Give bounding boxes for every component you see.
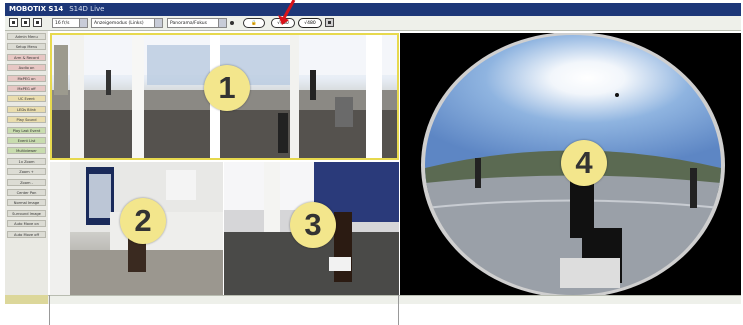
chevron-down-icon [79, 19, 87, 27]
sidebar-button-zoom[interactable]: Zoom - [7, 178, 46, 186]
hd-button[interactable]: √480 [298, 18, 322, 28]
chevron-down-icon [218, 19, 226, 27]
callout-line-left [49, 295, 50, 325]
sidebar-footer [5, 295, 48, 304]
sidebar-button-play-last-event[interactable]: Play Last Event [7, 126, 46, 134]
sidebar-button-event-list[interactable]: Event List [7, 137, 46, 144]
layout-grid-icon[interactable] [33, 18, 42, 27]
red-arrow-icon [278, 0, 296, 25]
camera-view-4[interactable]: 4 [400, 33, 741, 295]
display-mode-select[interactable]: Anzeigemodus (Links) [91, 18, 163, 28]
frame-rate-select[interactable]: 16 fr/s [52, 18, 88, 28]
view-number-badge-2: 2 [120, 198, 166, 244]
status-dot-icon [230, 21, 234, 25]
sidebar-button-auto-move-on[interactable]: Auto Move on [7, 220, 46, 228]
sidebar-button-play-sound[interactable]: Play Sound [7, 116, 46, 124]
title-bar: MOBOTIX S14 S14D Live [5, 3, 741, 16]
callout-line-right [398, 295, 399, 325]
camera-view-1[interactable]: 1 [50, 33, 399, 160]
sidebar-button-uc-event[interactable]: UC Event [7, 95, 46, 103]
lock-icon: 🔒 [251, 21, 257, 26]
camera-view-2[interactable]: 2 [50, 162, 223, 295]
sidebar-button-leds-blink[interactable]: LEDs Blink [7, 105, 46, 113]
sidebar-button-arm-record[interactable]: Arm & Record [7, 53, 46, 61]
status-bar [48, 295, 741, 304]
display-mode-value: Anzeigemodus (Links) [94, 21, 144, 26]
view-mode-value: Panorama/Fokus [170, 21, 207, 26]
hd-label: √480 [304, 21, 316, 26]
sidebar-button-center-pan[interactable]: Center Pan [7, 189, 46, 196]
sidebar-button-setup-menu[interactable]: Setup Menu [7, 43, 46, 51]
sidebar-button-mxpeg-on[interactable]: MxPEG on [7, 74, 46, 82]
speaker-icon[interactable] [325, 18, 334, 27]
camera-view-3[interactable]: 3 [224, 162, 399, 295]
sidebar-button-admin-menu[interactable]: Admin Menu [7, 33, 46, 40]
layout-single-icon[interactable] [9, 18, 18, 27]
view-number-badge-4: 4 [561, 140, 607, 186]
sidebar-button-multiviewer[interactable]: Multiviewer [7, 147, 46, 155]
sidebar-button-surround-image[interactable]: Surround Image [7, 209, 46, 217]
lock-button[interactable]: 🔒 [243, 18, 265, 28]
view-number-badge-3: 3 [290, 202, 336, 248]
sidebar-button-normal-image[interactable]: Normal Image [7, 199, 46, 207]
view-title: S14D Live [69, 5, 105, 13]
layout-play-icon[interactable] [21, 18, 30, 27]
sidebar: Admin Menu Setup Menu Arm & Record Audio on… [5, 31, 48, 295]
view-mode-select[interactable]: Panorama/Fokus [167, 18, 227, 28]
view-number-badge-1: 1 [204, 65, 250, 111]
frame-rate-value: 16 fr/s [55, 21, 70, 26]
sidebar-button-audio-on[interactable]: Audio on [7, 64, 46, 72]
app-title: MOBOTIX S14 [9, 5, 64, 13]
sidebar-button-auto-move-off[interactable]: Auto Move off [7, 230, 46, 238]
sidebar-button-1x-zoom[interactable]: 1x Zoom [7, 157, 46, 165]
sidebar-button-zoom[interactable]: Zoom + [7, 168, 46, 176]
sidebar-button-mxpeg-off[interactable]: MxPEG off [7, 85, 46, 92]
toolbar: 16 fr/s Anzeigemodus (Links) Panorama/Fo… [5, 16, 741, 31]
chevron-down-icon [154, 19, 162, 27]
